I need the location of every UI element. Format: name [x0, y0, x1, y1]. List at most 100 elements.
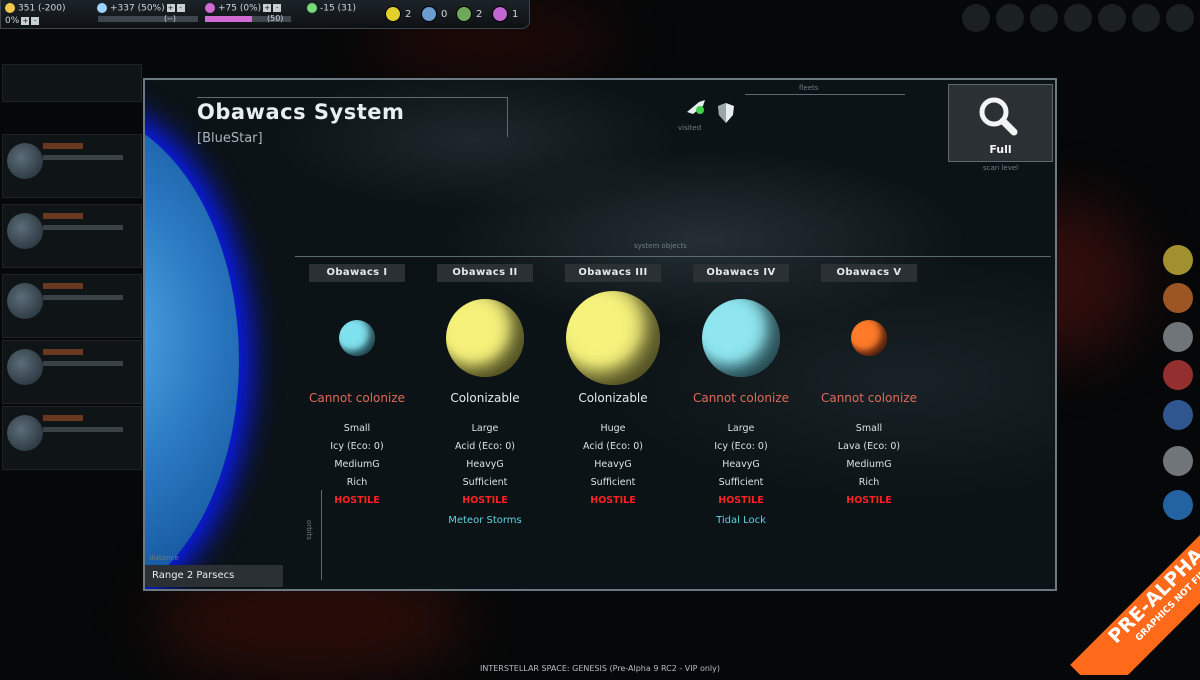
system-title: Obawacs System [197, 100, 405, 124]
colonize-status: Cannot colonize [308, 391, 406, 405]
influence-value: +75 (0%) [218, 3, 262, 14]
fleet-name-blur [43, 415, 83, 421]
fleet-name-blur [43, 283, 83, 289]
fleet-info-blur [43, 427, 123, 432]
influence-resource[interactable]: +75 (0%) + - [205, 3, 282, 14]
fleet-name-blur [43, 143, 83, 149]
planet-type: Icy (Eco: 0) [330, 441, 384, 452]
resource-bar: 351 (-200) 0% + - +337 (50%) + - (--) +75 (0… [0, 0, 530, 29]
fleet-visited-icon[interactable] [685, 98, 707, 116]
planet-thumbnail [7, 213, 43, 249]
minus-button[interactable]: - [31, 16, 40, 25]
planet-size: Large [471, 423, 499, 434]
planet-name-header[interactable]: Obawacs IV [693, 264, 789, 282]
plus-button[interactable]: + [166, 4, 175, 12]
green-race-icon [456, 6, 472, 22]
title-frame-line [197, 97, 507, 98]
toolbar-button[interactable] [962, 4, 990, 32]
planet-sphere[interactable] [446, 299, 524, 377]
side-icon[interactable] [1163, 322, 1193, 352]
planet-name-header[interactable]: Obawacs II [437, 264, 533, 282]
distance-label: distance [149, 554, 179, 562]
race-count: 2 [476, 9, 483, 20]
visited-label: visited [678, 124, 702, 132]
planet-sphere[interactable] [339, 320, 375, 356]
planet-env: HOSTILE [718, 495, 764, 506]
orbits-label: orbits [305, 520, 313, 540]
military-resource[interactable]: -15 (31) [307, 3, 356, 14]
scan-level-button[interactable]: Full [948, 84, 1053, 162]
magnifier-icon [974, 95, 1022, 137]
military-value: -15 (31) [320, 3, 357, 14]
toolbar-button[interactable] [1166, 4, 1194, 32]
planet-name-header[interactable]: Obawacs V [821, 264, 917, 282]
science-value: +337 (50%) [110, 3, 165, 14]
plus-button[interactable]: + [21, 16, 30, 25]
race-blue[interactable]: 0 [421, 6, 447, 22]
fleet-item[interactable] [2, 204, 142, 268]
range-indicator: Range 2 Parsecs [145, 565, 283, 587]
toolbar-button[interactable] [996, 4, 1024, 32]
toolbar-button[interactable] [1132, 4, 1160, 32]
planet-gravity: MediumG [846, 459, 892, 470]
planet-env: HOSTILE [334, 495, 380, 506]
purple-race-icon [492, 6, 508, 22]
science-bar [98, 16, 198, 22]
planet-resources: Sufficient [590, 477, 636, 488]
fleets-label: fleets [799, 84, 819, 92]
planet-name-header[interactable]: Obawacs III [565, 264, 661, 282]
scan-level-label: scan level [983, 164, 1019, 172]
scan-level-value: Full [989, 143, 1012, 156]
plus-button[interactable]: + [263, 4, 272, 12]
race-purple[interactable]: 1 [492, 6, 518, 22]
side-icon[interactable] [1163, 283, 1193, 313]
planet-sphere[interactable] [851, 320, 887, 356]
planet-type: Lava (Eco: 0) [837, 441, 901, 452]
toolbar-button[interactable] [1098, 4, 1126, 32]
side-icon[interactable] [1163, 360, 1193, 390]
build-footer: INTERSTELLAR SPACE: GENESIS (Pre-Alpha 9… [479, 664, 720, 673]
planet-env: HOSTILE [846, 495, 892, 506]
fleet-item[interactable] [2, 406, 142, 470]
planet-env: HOSTILE [590, 495, 636, 506]
fleet-info-blur [43, 361, 123, 366]
side-icon[interactable] [1163, 446, 1193, 476]
planet-type: Acid (Eco: 0) [455, 441, 515, 452]
planet-size: Huge [600, 423, 626, 434]
yellow-race-icon [385, 6, 401, 22]
side-icon[interactable] [1163, 400, 1193, 430]
planet-gravity: HeavyG [722, 459, 760, 470]
colonize-status: Colonizable [450, 391, 520, 405]
side-icon[interactable] [1163, 245, 1193, 275]
planet-resources: Rich [858, 477, 880, 488]
planet-size: Large [727, 423, 755, 434]
race-green[interactable]: 2 [456, 6, 482, 22]
science-resource[interactable]: +337 (50%) + - [97, 3, 185, 14]
toolbar-button[interactable] [1030, 4, 1058, 32]
orbits-frame-line [321, 490, 322, 580]
planet-name-header[interactable]: Obawacs I [309, 264, 405, 282]
planet-resources: Sufficient [718, 477, 764, 488]
fleet-item[interactable] [2, 134, 142, 198]
shield-icon[interactable] [717, 102, 735, 124]
fleet-item[interactable] [2, 274, 142, 338]
planet-special: Meteor Storms [448, 515, 522, 526]
credits-rate: 0% [5, 16, 20, 26]
planet-sphere[interactable] [702, 299, 780, 377]
race-yellow[interactable]: 2 [385, 6, 411, 22]
minus-button[interactable]: - [176, 4, 185, 12]
planet-size: Small [343, 423, 371, 434]
planet-thumbnail [7, 415, 43, 451]
planet-resources: Sufficient [462, 477, 508, 488]
credits-resource[interactable]: 351 (-200) 0% + - [5, 3, 66, 26]
fleet-item[interactable] [2, 340, 142, 404]
fleet-list-tabs[interactable] [2, 64, 142, 102]
minus-button[interactable]: - [273, 4, 282, 12]
toolbar-button[interactable] [1064, 4, 1092, 32]
influence-sub: (50) [267, 14, 284, 23]
planet-sphere[interactable] [566, 291, 660, 385]
fleet-info-blur [43, 225, 123, 230]
colonize-status: Cannot colonize [692, 391, 790, 405]
system-star-type: [BlueStar] [197, 131, 263, 146]
fleet-info-blur [43, 155, 123, 160]
